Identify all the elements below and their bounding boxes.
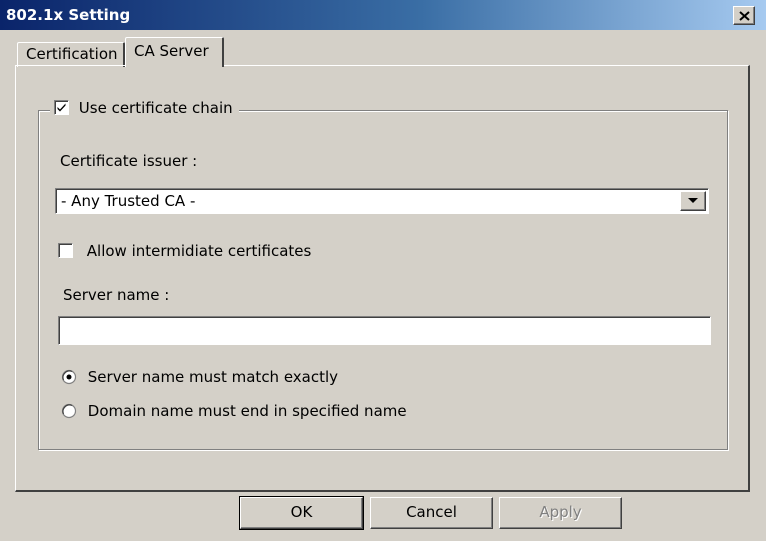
ok-button[interactable]: OK [239,496,364,530]
match-domain-label: Domain name must end in specified name [87,401,407,420]
match-domain-option[interactable]: Domain name must end in specified name [61,401,407,420]
certificate-issuer-value: - Any Trusted CA - [61,192,196,210]
allow-intermediate-checkbox[interactable] [58,243,73,258]
radio-selected-icon[interactable] [61,369,77,385]
window-title: 802.1x Setting [6,6,131,24]
cancel-button[interactable]: Cancel [370,497,493,529]
use-certificate-chain-label: Use certificate chain [78,98,233,117]
match-exact-option[interactable]: Server name must match exactly [61,367,338,386]
match-exact-label: Server name must match exactly [87,367,339,386]
apply-button: Apply [499,497,622,529]
use-certificate-chain-checkbox[interactable] [54,100,69,115]
radio-unselected-icon[interactable] [61,403,77,419]
chevron-down-icon [688,198,698,203]
title-bar[interactable]: 802.1x Setting [0,0,766,30]
certificate-issuer-dropdown[interactable]: - Any Trusted CA - [55,188,709,214]
checkmark-icon [57,103,66,112]
server-name-label: Server name : [63,286,170,304]
use-certificate-chain-option[interactable]: Use certificate chain [50,98,239,122]
server-name-input[interactable] [58,316,711,345]
close-button[interactable] [733,6,755,25]
tab-certification[interactable]: Certification [17,42,125,67]
dropdown-button[interactable] [680,191,706,211]
allow-intermediate-option[interactable]: Allow intermidiate certificates [58,241,311,260]
tab-ca-server[interactable]: CA Server [125,37,224,67]
certificate-issuer-label: Certificate issuer : [60,152,198,170]
allow-intermediate-label: Allow intermidiate certificates [86,241,312,260]
close-icon [739,11,750,21]
